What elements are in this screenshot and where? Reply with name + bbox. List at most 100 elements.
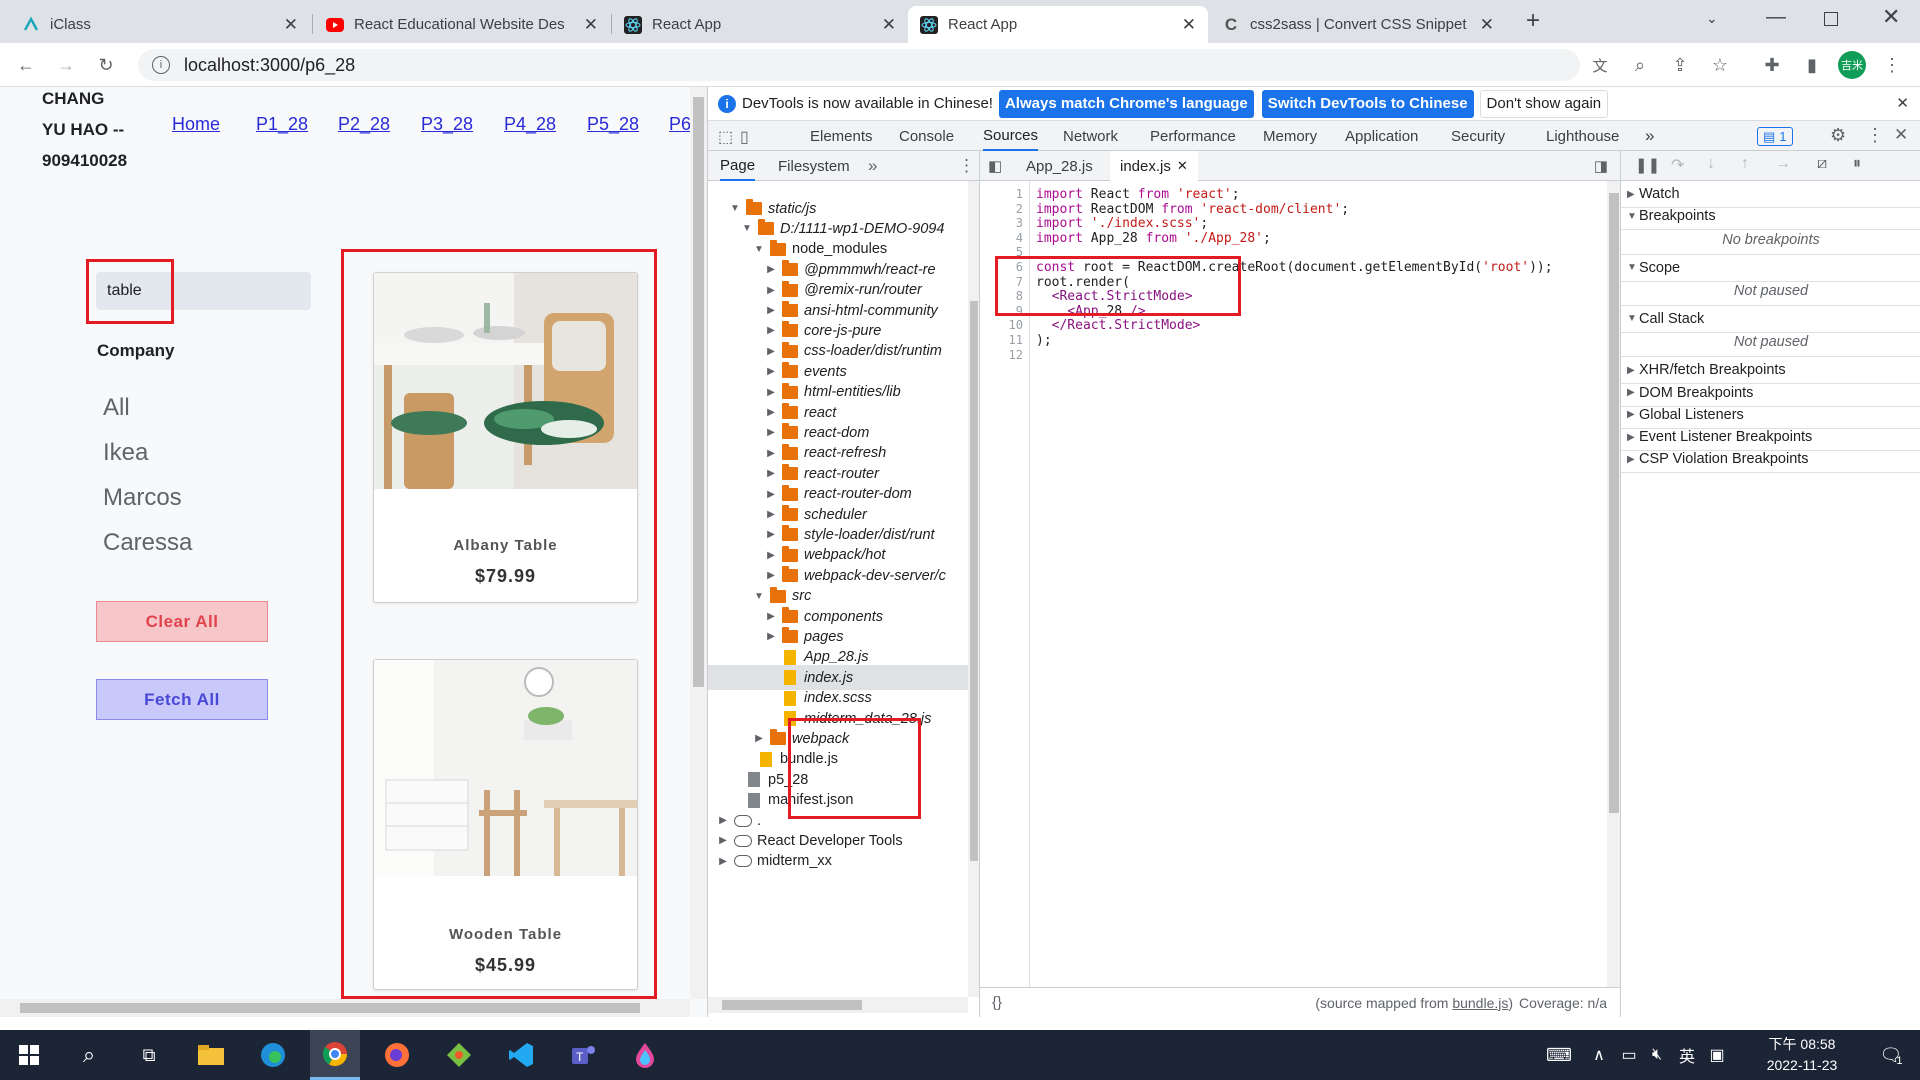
code-line[interactable]: import './index.scss'; xyxy=(1036,216,1208,231)
edge-browser-icon[interactable] xyxy=(248,1030,298,1080)
expanded-arrow-icon[interactable]: ▼ xyxy=(728,203,742,214)
nav-link-p5[interactable]: P5_28 xyxy=(587,114,639,135)
back-icon[interactable]: ← xyxy=(12,51,40,79)
extensions-icon[interactable]: ✚ xyxy=(1758,51,1786,79)
bundle-link[interactable]: bundle.js xyxy=(1452,995,1508,1011)
keyboard-icon[interactable]: ⌨ xyxy=(1534,1030,1584,1080)
fetch-all-button[interactable]: Fetch All xyxy=(96,679,268,720)
toggle-debugger-icon[interactable]: ◨ xyxy=(1594,157,1608,175)
menu-kebab-icon[interactable]: ⋮ xyxy=(1878,51,1906,79)
device-toolbar-icon[interactable]: ▯ xyxy=(740,127,749,147)
collapsed-arrow-icon[interactable]: ▶ xyxy=(764,285,778,296)
code-line[interactable]: </React.StrictMode> xyxy=(1036,318,1201,333)
collapsed-arrow-icon[interactable]: ▶ xyxy=(764,550,778,561)
code-line[interactable]: ); xyxy=(1036,333,1052,348)
nav-link-p3[interactable]: P3_28 xyxy=(421,114,473,135)
new-tab-button[interactable]: + xyxy=(1518,6,1548,36)
tab-sources[interactable]: Sources xyxy=(983,121,1039,151)
nav-link-p1[interactable]: P1_28 xyxy=(256,114,308,135)
code-line[interactable]: import ReactDOM from 'react-dom/client'; xyxy=(1036,202,1349,217)
navigator-menu-icon[interactable]: ⋮ xyxy=(958,156,975,176)
teams-icon[interactable]: T xyxy=(558,1030,608,1080)
address-bar[interactable]: i localhost:3000/p6_28 xyxy=(138,49,1580,81)
scrollbar-thumb[interactable] xyxy=(1609,193,1619,813)
volume-muted-icon[interactable]: 🔇︎ xyxy=(1642,1030,1672,1080)
tab-application[interactable]: Application xyxy=(1345,121,1418,151)
collapsed-arrow-icon[interactable]: ▶ xyxy=(716,835,730,846)
collapsed-arrow-icon[interactable]: ▶ xyxy=(764,305,778,316)
step-out-icon[interactable]: ↑ xyxy=(1741,155,1749,173)
collapsed-arrow-icon[interactable]: ▶ xyxy=(716,856,730,867)
always-match-language-button[interactable]: Always match Chrome's language xyxy=(998,89,1254,118)
tab-memory[interactable]: Memory xyxy=(1263,121,1317,151)
close-infobar-icon[interactable]: ✕ xyxy=(1896,94,1909,112)
expanded-arrow-icon[interactable]: ▼ xyxy=(752,244,766,255)
more-navigator-tabs-icon[interactable]: » xyxy=(868,156,877,176)
close-window-icon[interactable]: ✕ xyxy=(1882,4,1900,30)
forward-icon[interactable]: → xyxy=(52,51,80,79)
tab-elements[interactable]: Elements xyxy=(810,121,873,151)
company-filter-marcos[interactable]: Marcos xyxy=(103,484,182,512)
collapsed-arrow-icon[interactable]: ▶ xyxy=(764,448,778,459)
ime-mode-icon[interactable]: ▣ xyxy=(1702,1030,1732,1080)
pause-on-exceptions-icon[interactable]: ⏸ xyxy=(1853,155,1861,173)
toggle-navigator-icon[interactable]: ◧ xyxy=(988,157,1002,175)
input-method-indicator[interactable]: 英 xyxy=(1672,1030,1702,1080)
collapsed-arrow-icon[interactable]: ▶ xyxy=(716,815,730,826)
paint-app-icon[interactable] xyxy=(620,1030,670,1080)
vertical-scrollbar[interactable] xyxy=(690,87,707,999)
company-filter-ikea[interactable]: Ikea xyxy=(103,439,148,467)
collapsed-arrow-icon[interactable]: ▶ xyxy=(764,468,778,479)
scrollbar-thumb[interactable] xyxy=(722,1000,862,1010)
browser-tab-react-app[interactable]: React App ✕ xyxy=(612,6,908,43)
collapsed-arrow-icon[interactable]: ▶ xyxy=(764,570,778,581)
step-into-icon[interactable]: ↓ xyxy=(1707,155,1715,173)
nav-link-p4[interactable]: P4_28 xyxy=(504,114,556,135)
minimize-icon[interactable]: — xyxy=(1766,6,1786,29)
collapsed-arrow-icon[interactable]: ▶ xyxy=(764,325,778,336)
collapsed-arrow-icon[interactable]: ▶ xyxy=(764,631,778,642)
issues-badge[interactable]: ▤ 1 xyxy=(1757,127,1793,146)
nav-link-home[interactable]: Home xyxy=(172,114,220,135)
inspect-element-icon[interactable]: ⬚ xyxy=(718,127,733,147)
code-line[interactable]: import App_28 from './App_28'; xyxy=(1036,231,1271,246)
show-hidden-icons-icon[interactable]: ∧ xyxy=(1584,1030,1614,1080)
collapsed-arrow-icon[interactable]: ▶ xyxy=(764,407,778,418)
share-icon[interactable]: ⇪ xyxy=(1666,51,1694,79)
file-tree-item[interactable]: ▶ midterm_xx xyxy=(708,849,968,874)
browser-tab-css2sass[interactable]: C css2sass | Convert CSS Snippet ✕ xyxy=(1210,6,1506,43)
editor-vertical-scrollbar[interactable] xyxy=(1607,181,1620,987)
clear-all-button[interactable]: Clear All xyxy=(96,601,268,642)
restore-icon[interactable] xyxy=(1824,12,1838,26)
tab-console[interactable]: Console xyxy=(899,121,954,151)
nav-link-p6[interactable]: P6 xyxy=(669,114,691,135)
taskbar-search-icon[interactable]: ⌕ xyxy=(64,1030,114,1080)
company-filter-caressa[interactable]: Caressa xyxy=(103,529,192,557)
side-panel-icon[interactable]: ▮ xyxy=(1798,51,1826,79)
close-devtools-icon[interactable]: ✕ xyxy=(1894,125,1908,145)
tab-network[interactable]: Network xyxy=(1063,121,1118,151)
profile-avatar[interactable]: 吉米 xyxy=(1838,51,1866,79)
switch-to-chinese-button[interactable]: Switch DevTools to Chinese xyxy=(1261,89,1474,118)
horizontal-scrollbar[interactable] xyxy=(0,999,690,1017)
deactivate-breakpoints-icon[interactable]: ⧄ xyxy=(1817,155,1827,173)
settings-gear-icon[interactable]: ⚙ xyxy=(1830,125,1846,146)
browser-tab-youtube[interactable]: React Educational Website Des ✕ xyxy=(314,6,610,43)
scrollbar-thumb[interactable] xyxy=(970,301,978,861)
close-tab-icon[interactable]: ✕ xyxy=(1182,15,1196,35)
collapsed-arrow-icon[interactable]: ▶ xyxy=(764,427,778,438)
tab-security[interactable]: Security xyxy=(1451,121,1505,151)
collapsed-arrow-icon[interactable]: ▶ xyxy=(764,346,778,357)
git-tool-icon[interactable] xyxy=(434,1030,484,1080)
collapsed-arrow-icon[interactable]: ▶ xyxy=(764,611,778,622)
windows-start-icon[interactable] xyxy=(4,1030,54,1080)
collapsed-arrow-icon[interactable]: ▶ xyxy=(764,489,778,500)
editor-tab-indexjs[interactable]: index.js ✕ xyxy=(1110,151,1198,181)
tab-lighthouse[interactable]: Lighthouse xyxy=(1546,121,1619,151)
bookmark-star-icon[interactable]: ☆ xyxy=(1706,51,1734,79)
reload-icon[interactable]: ↻ xyxy=(92,51,120,79)
navigator-tab-page[interactable]: Page xyxy=(720,151,756,181)
pause-icon[interactable]: ❚❚ xyxy=(1635,156,1660,174)
close-tab-icon[interactable]: ✕ xyxy=(882,15,896,35)
close-editor-tab-icon[interactable]: ✕ xyxy=(1177,158,1188,174)
